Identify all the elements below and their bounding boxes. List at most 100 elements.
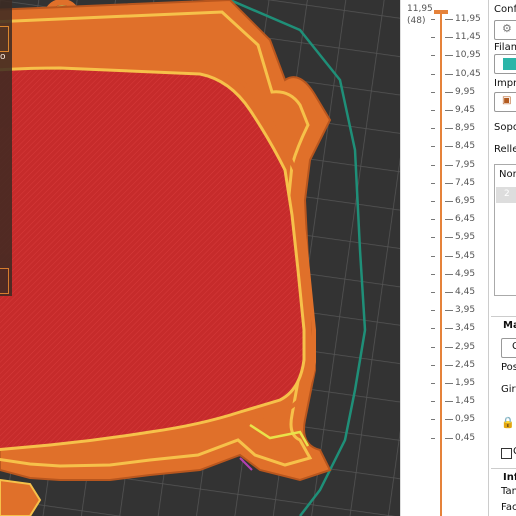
size-label: Tam bbox=[501, 486, 516, 497]
ruler-minor-tick bbox=[431, 237, 435, 239]
ruler-tick-mark bbox=[445, 292, 453, 293]
ruler-tick-mark bbox=[445, 110, 453, 111]
current-height: 11,95 bbox=[407, 4, 433, 14]
ruler-minor-tick bbox=[431, 346, 435, 348]
ruler-minor-tick bbox=[431, 364, 435, 366]
ruler-minor-tick bbox=[431, 146, 435, 148]
ruler-minor-tick bbox=[431, 310, 435, 312]
ruler-tick-label: 6,95 bbox=[455, 196, 476, 206]
ruler-tick-label: 3,45 bbox=[455, 323, 476, 334]
ruler-minor-tick bbox=[431, 273, 435, 275]
ruler-tick-mark bbox=[445, 164, 453, 166]
coordinate-select-label: C bbox=[512, 341, 516, 352]
ruler-tick-label: 1,95 bbox=[455, 378, 476, 388]
ruler-tick-mark bbox=[445, 128, 453, 130]
ruler-tick-label: 9,45 bbox=[455, 105, 476, 115]
faces-label: Face bbox=[501, 502, 516, 513]
ruler-tick-label: 2,45 bbox=[455, 359, 476, 370]
tab-marker[interactable] bbox=[0, 26, 9, 52]
ruler-tick-mark bbox=[445, 182, 453, 184]
ruler-tick-label: 8,45 bbox=[455, 141, 476, 152]
ruler-tick-label: 3,95 bbox=[455, 305, 476, 316]
ruler-tick-mark bbox=[445, 383, 453, 384]
ruler-tick-mark bbox=[445, 219, 453, 221]
sliced-model-preview bbox=[0, 0, 400, 516]
ruler-minor-tick bbox=[431, 73, 435, 75]
ruler-tick-label: 11,95 bbox=[455, 14, 481, 24]
current-layer: (48) bbox=[407, 16, 426, 26]
ruler-tick-label: 0,95 bbox=[455, 414, 476, 425]
objects-table[interactable]: Non 2 bbox=[494, 164, 516, 296]
ruler-minor-tick bbox=[431, 55, 435, 57]
tab-marker-bottom[interactable] bbox=[0, 268, 9, 294]
uniform-scale-checkbox[interactable] bbox=[501, 448, 512, 459]
table-row-label: 2 bbox=[504, 189, 510, 199]
coordinate-select[interactable]: C bbox=[501, 338, 516, 358]
printer-label: Impre bbox=[494, 78, 516, 89]
manipulation-title: Ma bbox=[503, 320, 516, 331]
info-title: Info bbox=[503, 472, 516, 483]
layer-slider-track[interactable] bbox=[440, 12, 442, 516]
ruler-minor-tick bbox=[431, 164, 435, 166]
ruler-tick-label: 10,95 bbox=[455, 50, 481, 61]
ruler-tick-mark bbox=[445, 437, 453, 439]
infill-area bbox=[0, 66, 306, 452]
ruler-tick-label: 7,45 bbox=[455, 177, 476, 188]
ruler-tick-label: 10,45 bbox=[455, 68, 481, 79]
position-label: Pos bbox=[501, 362, 516, 373]
ruler-tick-mark bbox=[445, 328, 453, 330]
ruler-minor-tick bbox=[431, 328, 435, 330]
ruler-tick-label: 1,45 bbox=[455, 396, 476, 407]
ruler-tick-label: 7,95 bbox=[455, 159, 476, 170]
supports-label: Sopo bbox=[494, 122, 516, 133]
ruler-tick-mark bbox=[445, 401, 453, 403]
ruler-minor-tick bbox=[431, 401, 435, 403]
table-row[interactable]: 2 bbox=[496, 187, 516, 203]
config-button[interactable]: ⚙ bbox=[494, 20, 516, 40]
layer-height-ruler[interactable]: 11,95 (48) 11,95 11,45 10,95 10,45 9,95 9,45 8… bbox=[400, 0, 489, 516]
ruler-tick-mark bbox=[445, 237, 453, 239]
ruler-minor-tick bbox=[431, 255, 435, 257]
printer-select[interactable]: ▣ bbox=[494, 92, 516, 112]
ruler-tick-label: 9,95 bbox=[455, 86, 476, 97]
ruler-tick-mark bbox=[445, 55, 453, 57]
3d-viewport[interactable]: o bbox=[0, 0, 400, 516]
ruler-tick-label: 2,95 bbox=[455, 341, 476, 352]
ruler-tick-label: 6,45 bbox=[455, 214, 476, 225]
ruler-tick-mark bbox=[445, 273, 453, 275]
ruler-minor-tick bbox=[431, 419, 435, 421]
settings-sidebar: Conf ⚙ Filam Impre ▣ Sopo Relle Non 2 Ma… bbox=[488, 0, 516, 516]
side-panel-label: o bbox=[0, 52, 6, 62]
collapsed-side-panel[interactable]: o bbox=[0, 0, 12, 296]
ruler-minor-tick bbox=[431, 201, 435, 202]
ruler-tick-mark bbox=[445, 146, 453, 148]
table-header-name: Non bbox=[499, 169, 516, 180]
ruler-minor-tick bbox=[431, 128, 435, 130]
filament-select[interactable] bbox=[494, 54, 516, 74]
divider bbox=[491, 316, 516, 317]
ruler-tick-mark bbox=[445, 91, 453, 93]
ruler-tick-label: 5,95 bbox=[455, 232, 476, 243]
lock-icon[interactable]: 🔒 bbox=[501, 416, 515, 429]
ruler-tick-mark bbox=[445, 19, 453, 20]
ruler-tick-mark bbox=[445, 346, 453, 348]
printer-icon: ▣ bbox=[502, 95, 512, 106]
ruler-minor-tick bbox=[431, 219, 435, 221]
infill-label: Relle bbox=[494, 144, 516, 155]
ruler-tick-mark bbox=[445, 73, 453, 75]
ruler-minor-tick bbox=[431, 19, 435, 20]
gear-icon: ⚙ bbox=[502, 22, 512, 35]
ruler-minor-tick bbox=[431, 292, 435, 293]
filament-color-swatch bbox=[503, 58, 516, 70]
config-label: Conf bbox=[494, 4, 516, 15]
ruler-minor-tick bbox=[431, 37, 435, 39]
layer-slider-thumb[interactable] bbox=[434, 10, 448, 14]
ruler-tick-label: 4,45 bbox=[455, 287, 476, 297]
ruler-tick-label: 11,45 bbox=[455, 32, 481, 43]
ruler-tick-label: 8,95 bbox=[455, 123, 476, 134]
ruler-tick-mark bbox=[445, 201, 453, 202]
ruler-minor-tick bbox=[431, 383, 435, 384]
rotate-label: Gira bbox=[501, 384, 516, 395]
ruler-minor-tick bbox=[431, 110, 435, 111]
ruler-tick-mark bbox=[445, 37, 453, 39]
